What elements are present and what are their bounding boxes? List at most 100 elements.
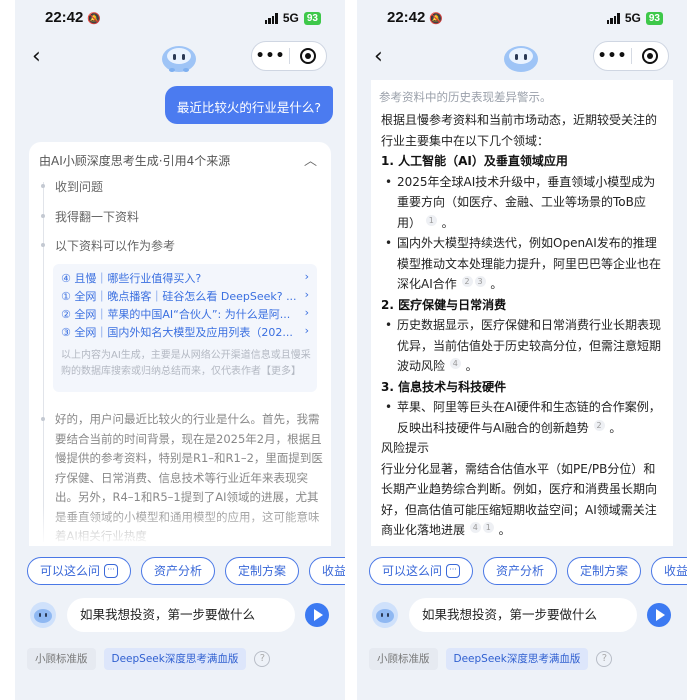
mode-deepseek[interactable]: DeepSeek深度思考满血版 (103, 648, 247, 670)
source-link[interactable]: ③ 全网｜国内外知名大模型及应用列表（202... › (61, 324, 311, 340)
nav-bar: ‹ ••• (357, 38, 687, 80)
signal-icon (264, 12, 278, 24)
chip-returns[interactable]: 收益 (651, 557, 687, 585)
chip-ask[interactable]: 可以这么问 ··· (369, 557, 474, 585)
assistant-avatar-icon (372, 602, 398, 628)
step-item: 我得翻一下资料 (55, 210, 140, 224)
right-screen: 22:42🔕 5G 93 ‹ ••• ……… 参考资料中的历史表现差异警示。 根… (357, 0, 687, 700)
input-row: 如果我想投资，第一步要做什么 (357, 598, 687, 632)
send-arrow-icon (314, 609, 323, 621)
help-icon[interactable]: ? (254, 651, 271, 667)
risk-title: 风险提示 (381, 441, 430, 455)
timeline-dot (41, 243, 45, 247)
ref-marker[interactable]: 2 (461, 276, 473, 287)
left-screen: 22:42 🔕 5G 93 ‹ ••• 最近比较火的行业是什么? 由AI小顾深度思… (15, 0, 345, 700)
send-button[interactable] (305, 603, 329, 627)
ref-marker[interactable]: 3 (474, 276, 486, 287)
send-button[interactable] (647, 603, 671, 627)
close-program-button[interactable] (290, 48, 326, 64)
mute-bell-icon: 🔕 (87, 13, 102, 25)
chat-bubble-icon: ··· (446, 564, 461, 578)
source-link[interactable]: ① 全网｜晚点播客｜硅谷怎么看 DeepSeek? ... › (61, 288, 311, 304)
bullet-item: 历史数据显示，医疗保健和日常消费行业长期表现优异，当前估值处于历史较高分位，但需… (381, 315, 667, 377)
chip-custom-plan[interactable]: 定制方案 (225, 557, 300, 585)
more-options-button[interactable]: ••• (252, 48, 289, 64)
back-arrow-icon[interactable]: ‹ (32, 44, 58, 70)
send-arrow-icon (656, 609, 665, 621)
answer-top-fragment: ……… 参考资料中的历史表现差异警示。 (379, 86, 665, 104)
status-right: 5G 93 (264, 11, 321, 25)
timeline-dot (41, 417, 45, 421)
timeline-dot (41, 214, 45, 218)
more-options-button[interactable]: ••• (594, 48, 631, 64)
card-header: 由AI小顾深度思考生成·引用4个来源 (39, 154, 231, 168)
fade-overlay (29, 506, 331, 546)
section-title: 3. 信息技术与科技硬件 (381, 379, 507, 394)
section-title: 1. 人工智能（AI）及垂直领域应用 (381, 154, 568, 168)
status-bar: 22:42 🔕 5G 93 (15, 8, 345, 30)
close-program-button[interactable] (632, 48, 668, 64)
back-arrow-icon[interactable]: ‹ (374, 44, 400, 70)
status-time: 22:42 🔕 (45, 9, 102, 26)
mode-standard[interactable]: 小顾标准版 (369, 648, 438, 670)
deep-thinking-card: 由AI小顾深度思考生成·引用4个来源 ︿ 收到问题 我得翻一下资料 以下资料可以… (29, 142, 331, 546)
chip-asset-analysis[interactable]: 资产分析 (141, 557, 216, 585)
top-line: 参考资料中的历史表现差异警示。 (379, 90, 552, 104)
risk-text: 行业分化显著，需结合估值水平（如PE/PB分位）和长期产业趋势综合判断。例如，医… (381, 461, 658, 538)
mascot-avatar-icon (162, 46, 196, 72)
sources-box: ④ 且慢｜哪些行业值得买入? › ① 全网｜晚点播客｜硅谷怎么看 DeepSeek… (53, 264, 317, 392)
timeline-line (42, 182, 44, 542)
mute-bell-icon: 🔕 (429, 13, 444, 25)
mode-selector: 小顾标准版 DeepSeek深度思考满血版 ? (369, 648, 613, 670)
battery-icon: 93 (645, 11, 663, 25)
suggestion-chips: 可以这么问 ··· 资产分析 定制方案 收益 (27, 557, 345, 587)
user-message-bubble: 最近比较火的行业是什么? (164, 86, 333, 124)
help-icon[interactable]: ? (596, 651, 613, 667)
nav-bar: ‹ ••• (15, 38, 345, 80)
chip-custom-plan[interactable]: 定制方案 (567, 557, 642, 585)
bullet-item: 苹果、阿里等巨头在AI硬件和生态链的合作案例，反映出科技硬件与AI融合的创新趋势… (381, 397, 667, 438)
answer-text: 根据且慢参考资料和当前市场动态，近期较受关注的行业主要集中在以下几个领域： 1.… (381, 110, 667, 541)
assistant-avatar-icon (30, 602, 56, 628)
mini-program-capsule: ••• (593, 41, 669, 71)
mini-program-capsule: ••• (251, 41, 327, 71)
collapse-chevron-icon[interactable]: ︿ (304, 150, 317, 169)
signal-icon (606, 12, 620, 24)
status-time: 22:42 🔕 (387, 9, 444, 26)
source-link[interactable]: ② 全网｜苹果的中国AI“合伙人”: 为什么是阿... › (61, 306, 311, 322)
status-right: 5G 93 (606, 11, 663, 25)
chip-returns[interactable]: 收益 (309, 557, 345, 585)
ref-marker[interactable]: 1 (482, 522, 494, 533)
status-bar: 22:42 🔕 5G 93 (357, 8, 687, 30)
message-input[interactable]: 如果我想投资，第一步要做什么 (67, 598, 295, 632)
source-link[interactable]: ④ 且慢｜哪些行业值得买入? › (61, 270, 311, 286)
chip-asset-analysis[interactable]: 资产分析 (483, 557, 558, 585)
source-disclaimer: 以上内容为AI生成，主要是从网络公开渠道信息或且慢采购的数据库搜索或归纳总结而来… (61, 350, 311, 377)
chip-ask[interactable]: 可以这么问 ··· (27, 557, 132, 585)
message-input[interactable]: 如果我想投资，第一步要做什么 (409, 598, 637, 632)
step-item: 以下资料可以作为参考 (55, 239, 176, 253)
battery-icon: 93 (303, 11, 321, 25)
bullet-item: 2025年全球AI技术升级中，垂直领域小模型成为重要方向（如医疗、金融、工业等场… (381, 172, 667, 234)
network-label: 5G (282, 11, 299, 25)
answer-card: ……… 参考资料中的历史表现差异警示。 根据且慢参考资料和当前市场动态，近期较受… (371, 80, 673, 546)
suggestion-chips: 可以这么问 ··· 资产分析 定制方案 收益 (369, 557, 687, 587)
ref-marker[interactable]: 4 (449, 358, 461, 369)
network-label: 5G (624, 11, 641, 25)
step-item: 收到问题 (55, 180, 104, 194)
mode-selector: 小顾标准版 DeepSeek深度思考满血版 ? (27, 648, 271, 670)
ref-marker[interactable]: 2 (593, 419, 605, 431)
mode-deepseek[interactable]: DeepSeek深度思考满血版 (445, 648, 589, 670)
bullet-item: 国内外大模型持续迭代，例如OpenAI发布的推理模型推动文本处理能力提升，阿里巴… (381, 233, 667, 295)
timeline-dot (41, 184, 45, 188)
answer-intro: 根据且慢参考资料和当前市场动态，近期较受关注的行业主要集中在以下几个领域： (381, 113, 658, 148)
section-title: 2. 医疗保健与日常消费 (381, 297, 507, 312)
close-ring-icon (299, 48, 316, 64)
mode-standard[interactable]: 小顾标准版 (27, 648, 96, 670)
chat-bubble-icon: ··· (104, 564, 119, 578)
ref-marker[interactable]: 4 (469, 522, 481, 533)
input-row: 如果我想投资，第一步要做什么 (15, 598, 345, 632)
mascot-avatar-icon (504, 46, 538, 72)
close-ring-icon (641, 48, 658, 64)
ref-marker[interactable]: 1 (425, 214, 437, 226)
